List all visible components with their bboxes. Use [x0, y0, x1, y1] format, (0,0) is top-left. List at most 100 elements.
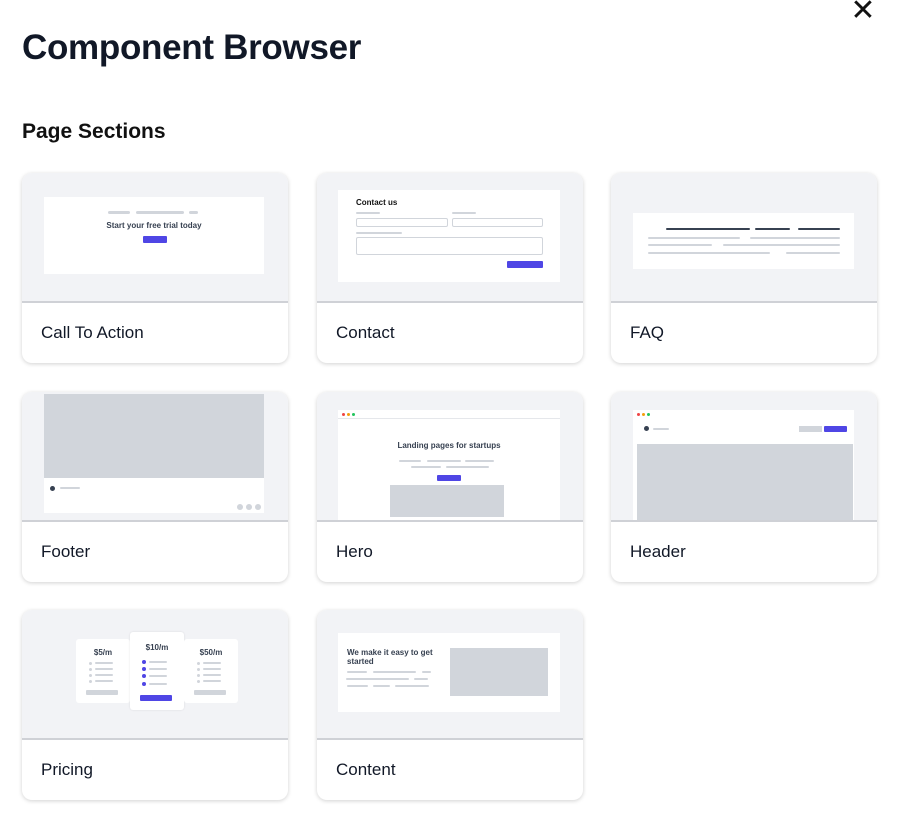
- preview-shape: [437, 475, 461, 481]
- preview-shape: [149, 668, 167, 670]
- preview-shape: [755, 228, 790, 230]
- preview-shape: [143, 236, 167, 243]
- preview-shape: [356, 218, 448, 227]
- price-label: $50/m: [199, 648, 223, 657]
- preview-faq: [611, 173, 877, 303]
- preview-shape: [197, 662, 200, 665]
- preview-shape: [194, 690, 226, 695]
- preview-shape: [347, 685, 368, 687]
- preview-shape: [390, 485, 504, 517]
- section-title: Page Sections: [22, 120, 166, 143]
- card-label: Call To Action: [41, 323, 144, 342]
- preview-shape: [450, 648, 548, 696]
- card-label: Hero: [336, 542, 373, 561]
- card-label: FAQ: [630, 323, 665, 342]
- close-icon[interactable]: ✕: [850, 0, 876, 26]
- preview-shape: [637, 413, 640, 416]
- preview-shape: [648, 244, 712, 246]
- preview-shape: [338, 418, 560, 419]
- preview-shape: [399, 460, 421, 462]
- preview-shape: Landing pages for startups: [338, 410, 560, 520]
- card-label: Content: [336, 760, 396, 779]
- preview-shape: [395, 685, 429, 687]
- preview-shape: [89, 662, 92, 665]
- card-label: Pricing: [41, 760, 93, 779]
- preview-shape: [60, 487, 80, 489]
- preview-shape: [373, 685, 390, 687]
- card-header[interactable]: Header: [611, 392, 877, 582]
- preview-shape: [95, 662, 113, 664]
- preview-shape: [633, 213, 854, 269]
- preview-shape: $5/m: [76, 639, 130, 703]
- preview-shape: [648, 252, 770, 254]
- preview-shape: [149, 661, 167, 663]
- preview-shape: { "header":{"title":"Component Browser",…: [0, 0, 900, 820]
- preview-contact: Contact us: [317, 173, 583, 303]
- card-hero[interactable]: Landing pages for startups Hero: [317, 392, 583, 582]
- preview-shape: [356, 237, 543, 255]
- preview-shape: [203, 680, 221, 682]
- preview-shape: [89, 680, 92, 683]
- card-contact[interactable]: Contact us Contact: [317, 173, 583, 363]
- preview-shape: [44, 394, 264, 513]
- preview-text: Start your free trial today: [106, 221, 202, 230]
- page-title: Component Browser: [22, 28, 362, 67]
- preview-text: We make it easy to get started: [347, 648, 433, 666]
- preview-shape: [637, 444, 853, 520]
- preview-header: [611, 392, 877, 522]
- preview-shape: [142, 682, 146, 686]
- preview-content: We make it easy to get started: [317, 610, 583, 740]
- preview-shape: [633, 410, 854, 520]
- preview-shape: [346, 678, 409, 680]
- preview-shape: [414, 678, 428, 680]
- preview-shape: [86, 690, 118, 695]
- card-content[interactable]: We make it easy to get started Content: [317, 610, 583, 800]
- preview-shape: [44, 394, 264, 478]
- preview-shape: [95, 680, 113, 682]
- preview-shape: [149, 675, 167, 677]
- preview-shape: [108, 211, 130, 214]
- preview-pricing: $5/m $10/m $50/m: [22, 610, 288, 740]
- preview-shape: [189, 211, 198, 214]
- preview-shape: [799, 426, 822, 432]
- preview-shape: [342, 413, 345, 416]
- preview-shape: [149, 683, 167, 685]
- preview-call-to-action: Start your free trial today: [22, 173, 288, 303]
- preview-shape: [411, 466, 441, 468]
- preview-shape: [786, 252, 840, 254]
- preview-shape: Start your free trial today: [44, 197, 264, 274]
- preview-shape: [203, 668, 221, 670]
- preview-shape: [648, 237, 740, 239]
- preview-shape: [647, 413, 650, 416]
- preview-shape: [356, 232, 402, 234]
- price-label: $10/m: [145, 643, 169, 652]
- preview-shape: $10/m: [130, 632, 184, 710]
- preview-shape: [452, 212, 476, 214]
- preview-shape: [452, 218, 543, 227]
- preview-shape: [140, 695, 172, 701]
- card-label: Header: [630, 542, 686, 561]
- card-footer[interactable]: Footer: [22, 392, 288, 582]
- preview-shape: [347, 413, 350, 416]
- preview-shape: [255, 504, 261, 510]
- preview-shape: [356, 212, 380, 214]
- preview-shape: [653, 428, 669, 430]
- card-faq[interactable]: FAQ: [611, 173, 877, 363]
- preview-shape: [422, 671, 431, 673]
- price-label: $5/m: [93, 648, 113, 657]
- preview-shape: [750, 237, 840, 239]
- preview-shape: [50, 486, 55, 491]
- preview-shape: [142, 660, 146, 664]
- card-call-to-action[interactable]: Start your free trial today Call To Acti…: [22, 173, 288, 363]
- preview-shape: [798, 228, 840, 230]
- preview-shape: [347, 671, 367, 673]
- preview-shape: [197, 680, 200, 683]
- preview-shape: [373, 671, 416, 673]
- preview-hero: Landing pages for startups: [317, 392, 583, 522]
- preview-shape: [136, 211, 184, 214]
- preview-shape: [237, 504, 243, 510]
- card-pricing[interactable]: $5/m $10/m $50/m Pricing: [22, 610, 288, 800]
- preview-shape: We make it easy to get started: [338, 633, 560, 712]
- preview-shape: [644, 426, 649, 431]
- preview-shape: [246, 504, 252, 510]
